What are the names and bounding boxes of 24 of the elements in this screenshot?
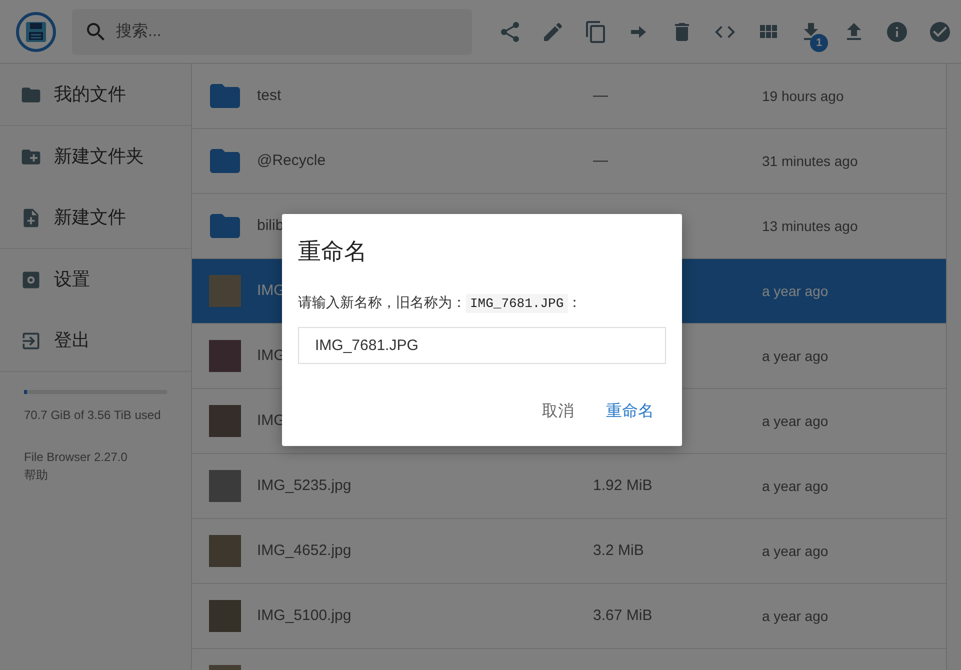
- version-text: File Browser 2.27.0: [24, 449, 128, 466]
- file-size: 3.2 MiB: [593, 542, 644, 559]
- file-name: IMG_5100.jpg: [257, 606, 352, 624]
- file-name: IMG_4652.jpg: [257, 542, 352, 559]
- file-modified-time: 31 minutes ago: [762, 152, 858, 168]
- download-count-badge: 1: [810, 34, 828, 52]
- file-modified-time: a year ago: [762, 348, 828, 364]
- dialog-message: 请输入新名称，旧名称为： IMG_7681.JPG ：: [298, 292, 583, 314]
- file-name: @Recycle: [257, 152, 326, 169]
- file-modified-time: a year ago: [762, 608, 828, 624]
- file-size: 3.67 MiB: [593, 606, 652, 624]
- dialog-title: 重命名: [298, 238, 368, 266]
- storage-usage-text: 70.7 GiB of 3.56 TiB used: [24, 407, 162, 424]
- file-modified-time: 19 hours ago: [762, 88, 844, 104]
- file-modified-time: a year ago: [762, 282, 828, 298]
- file-modified-time: a year ago: [762, 542, 828, 558]
- file-size: 1.92 MiB: [593, 476, 652, 494]
- file-size: —: [593, 86, 608, 104]
- file-modified-time: 13 minutes ago: [762, 218, 858, 234]
- file-size: —: [593, 152, 608, 169]
- file-modified-time: a year ago: [762, 412, 828, 428]
- file-name: IMG_5235.jpg: [257, 476, 352, 494]
- file-name: test: [257, 86, 282, 104]
- file-modified-time: a year ago: [762, 478, 828, 494]
